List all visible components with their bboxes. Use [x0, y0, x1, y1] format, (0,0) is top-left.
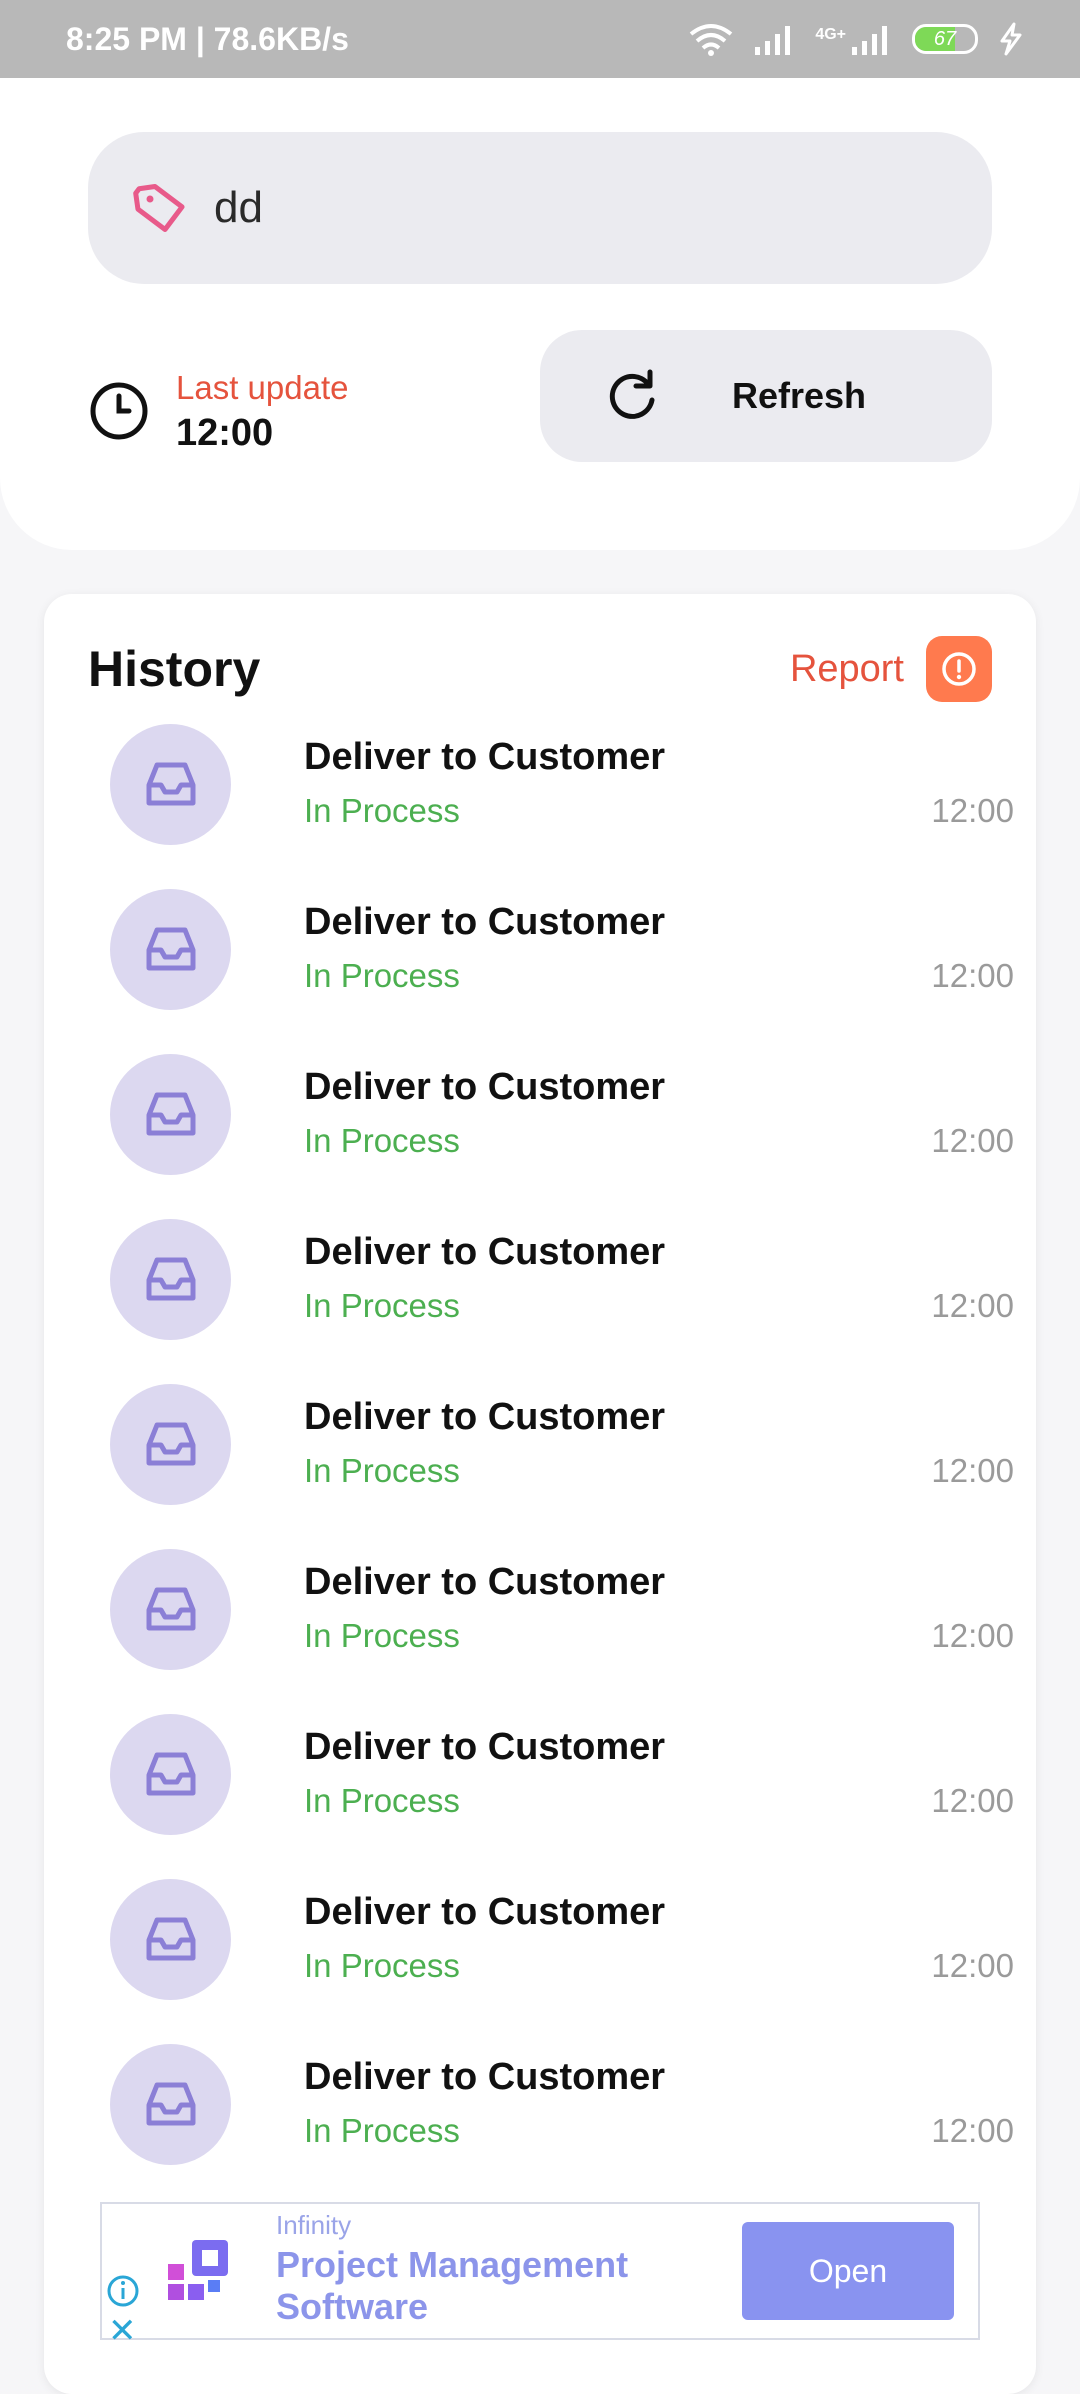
history-item[interactable]: Deliver to Customer In Process 12:00	[110, 889, 1014, 1054]
history-item-avatar	[110, 1054, 231, 1175]
history-item[interactable]: Deliver to Customer In Process 12:00	[110, 2044, 1014, 2209]
history-title: History	[88, 641, 261, 697]
battery-icon: 67	[912, 24, 978, 54]
inbox-tray-icon	[146, 927, 195, 970]
ad-banner[interactable]: ✕ Infinity Project Management Software O…	[100, 2202, 980, 2348]
history-item-status: In Process	[304, 1617, 460, 1654]
inbox-tray-icon	[146, 1752, 195, 1795]
history-item-status: In Process	[304, 1947, 460, 1984]
history-item[interactable]: Deliver to Customer In Process 12:00	[110, 724, 1014, 889]
history-item-title: Deliver to Customer	[304, 1066, 666, 1108]
history-item[interactable]: Deliver to Customer In Process 12:00	[110, 1879, 1014, 2044]
ad-info-icon[interactable]	[106, 2274, 140, 2308]
wifi-icon	[690, 24, 733, 56]
history-item-status: In Process	[304, 957, 460, 994]
clock-icon	[90, 382, 148, 440]
inbox-tray-icon	[146, 1422, 195, 1465]
charging-bolt-icon	[1000, 22, 1022, 56]
ad-headline: Project Management Software	[276, 2244, 629, 2327]
report-label: Report	[789, 647, 904, 690]
history-item-title: Deliver to Customer	[304, 1396, 666, 1438]
history-item-time: 12:00	[931, 792, 1014, 829]
status-icons: 4G+ 67	[687, 22, 1026, 56]
signal-4g-icon	[852, 26, 887, 55]
network-type-label: 4G+	[815, 26, 846, 43]
refresh-label: Refresh	[732, 375, 867, 416]
report-icon-button[interactable]	[926, 636, 992, 702]
history-item[interactable]: Deliver to Customer In Process 12:00	[110, 1054, 1014, 1219]
history-item-time: 12:00	[931, 1947, 1014, 1984]
history-item-avatar	[110, 1219, 231, 1340]
history-item-avatar	[110, 1879, 231, 2000]
history-item-status: In Process	[304, 2112, 460, 2149]
last-update-text: Last update 12:00	[176, 366, 348, 456]
inbox-tray-icon	[146, 762, 195, 805]
history-item-time: 12:00	[931, 1287, 1014, 1324]
history-item-status: In Process	[304, 1452, 460, 1489]
history-item-time: 12:00	[931, 957, 1014, 994]
history-item-time: 12:00	[931, 1617, 1014, 1654]
inbox-tray-icon	[146, 1917, 195, 1960]
ad-advertiser: Infinity	[276, 2210, 352, 2240]
ad-open-button[interactable]: Open	[742, 2222, 954, 2320]
history-item[interactable]: Deliver to Customer In Process 12:00	[110, 1384, 1014, 1549]
history-item[interactable]: Deliver to Customer In Process 12:00	[110, 1714, 1014, 1879]
last-update-label: Last update	[176, 369, 349, 406]
history-item-status: In Process	[304, 1782, 460, 1819]
history-item-title: Deliver to Customer	[304, 2056, 666, 2098]
inbox-tray-icon	[146, 2082, 195, 2125]
history-item-time: 12:00	[931, 2112, 1014, 2149]
history-item-status: In Process	[304, 1122, 460, 1159]
history-item-status: In Process	[304, 792, 460, 829]
inbox-tray-icon	[146, 1092, 195, 1135]
tracking-input-box[interactable]	[88, 132, 992, 284]
status-time-speed: 8:25 PM | 78.6KB/s	[66, 20, 349, 57]
history-item-title: Deliver to Customer	[304, 736, 666, 778]
tracking-input[interactable]	[214, 183, 914, 233]
alert-circle-icon	[942, 652, 976, 686]
history-item-time: 12:00	[931, 1452, 1014, 1489]
history-item-title: Deliver to Customer	[304, 1891, 666, 1933]
top-card: Last update 12:00 Refresh	[0, 78, 1080, 550]
report-button[interactable]: Report	[790, 636, 992, 702]
history-item-time: 12:00	[931, 1782, 1014, 1819]
history-item-avatar	[110, 2044, 231, 2165]
history-item-title: Deliver to Customer	[304, 1231, 666, 1273]
history-item-title: Deliver to Customer	[304, 1561, 666, 1603]
history-list: Deliver to Customer In Process 12:00 Delive…	[110, 724, 1014, 2209]
history-item-title: Deliver to Customer	[304, 901, 666, 943]
history-item-avatar	[110, 1714, 231, 1835]
history-item[interactable]: Deliver to Customer In Process 12:00	[110, 1549, 1014, 1714]
refresh-button[interactable]: Refresh	[540, 330, 992, 462]
history-item-avatar	[110, 1384, 231, 1505]
history-item-avatar	[110, 889, 231, 1010]
tag-icon	[133, 183, 185, 233]
history-card: History Report Deliver to Customer In Pro…	[44, 594, 1036, 2394]
ad-close-icon[interactable]: ✕	[108, 2314, 137, 2348]
inbox-tray-icon	[146, 1257, 195, 1300]
signal-icon	[755, 26, 791, 55]
history-item-avatar	[110, 1549, 231, 1670]
status-bar: 8:25 PM | 78.6KB/s 4G+ 67	[0, 0, 1080, 78]
history-item-title: Deliver to Customer	[304, 1726, 666, 1768]
history-item-avatar	[110, 724, 231, 845]
history-item[interactable]: Deliver to Customer In Process 12:00	[110, 1219, 1014, 1384]
history-item-status: In Process	[304, 1287, 460, 1324]
ad-logo-icon	[168, 2240, 228, 2300]
inbox-tray-icon	[146, 1587, 195, 1630]
history-item-time: 12:00	[931, 1122, 1014, 1159]
battery-level: 67	[933, 27, 957, 50]
last-update-time: 12:00	[176, 412, 274, 454]
refresh-icon	[609, 369, 655, 419]
last-update-block: Last update 12:00	[88, 346, 348, 476]
